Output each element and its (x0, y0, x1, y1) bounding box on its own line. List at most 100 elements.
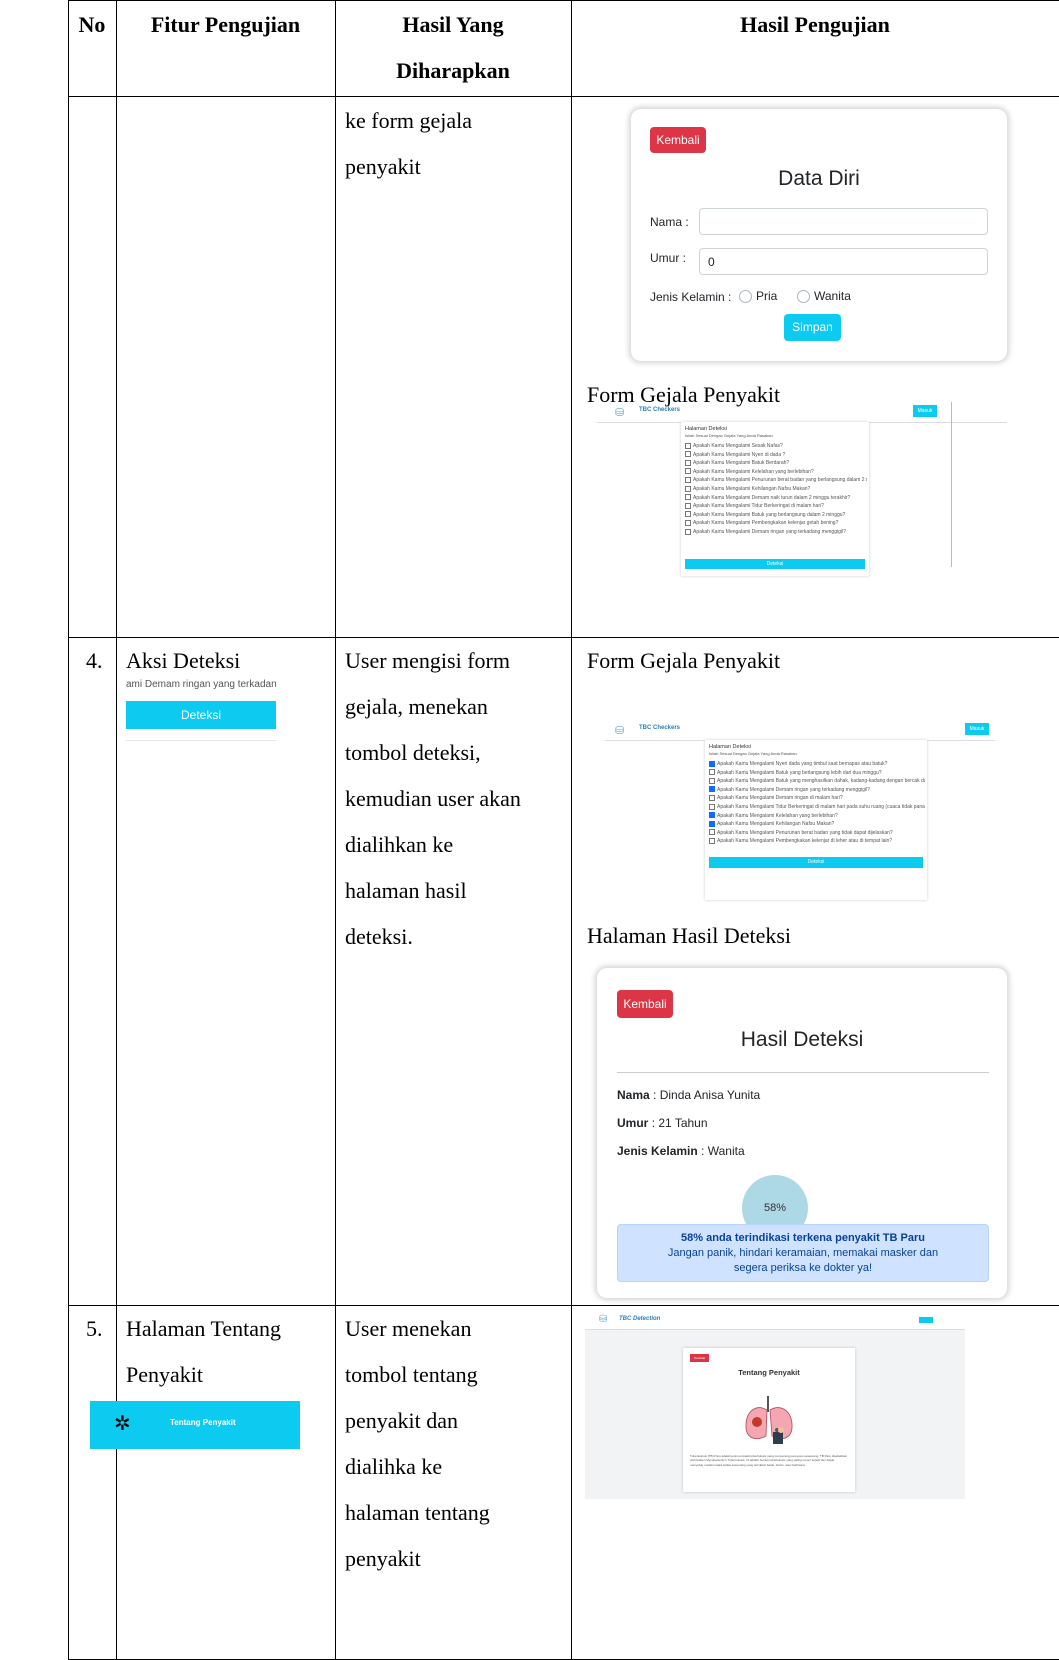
mini-checklist-item[interactable]: Apakah Kamu Mengalami Kehilangan Nafsu M… (709, 820, 925, 829)
mini-checklist-item[interactable]: Apakah Kamu Mengalami Nyeri di dada ? (685, 451, 867, 460)
crop-deteksi-button[interactable]: Deteksi (126, 701, 276, 729)
mini-checklist-item[interactable]: Apakah Kamu Mengalami Batuk yang menghas… (709, 777, 925, 786)
checkbox[interactable] (685, 451, 691, 458)
brand-name: TBC Checkers (639, 407, 681, 413)
masuk-button[interactable]: Masuk (965, 723, 989, 735)
umur-input[interactable]: 0 (699, 248, 988, 275)
radio-wanita[interactable]: Wanita (797, 289, 851, 304)
mini-checklist: Apakah Kamu Mengalami Sesak Nafas? Apakah… (685, 442, 867, 537)
row-number: 4. (86, 648, 103, 673)
checkbox[interactable] (685, 494, 691, 501)
scroll-edge (951, 402, 952, 567)
mini-checklist-item[interactable]: Apakah Kamu Mengalami Kehilangan Nafsu M… (685, 485, 867, 494)
umur-key: Umur (617, 1116, 649, 1130)
radio-circle[interactable] (739, 290, 752, 304)
checkbox[interactable] (709, 786, 715, 793)
checkbox[interactable] (709, 777, 715, 784)
result-alert: 58% anda terindikasi terkena penyakit TB… (617, 1224, 989, 1282)
checkbox[interactable] (685, 468, 691, 475)
radio-circle[interactable] (797, 290, 810, 304)
checkbox[interactable] (709, 795, 715, 802)
col-line (68, 0, 69, 1660)
checkbox-label: Apakah Kamu Mengalami Demam ringan di ma… (717, 795, 843, 802)
mini-deteksi-button[interactable]: Deteksi (709, 857, 923, 868)
kembali-button[interactable]: Kembali (617, 990, 673, 1018)
nav-button[interactable] (919, 1317, 933, 1323)
header-divider (68, 96, 1059, 97)
checkbox-label: Apakah Kamu Mengalami Tidur Berkeringat … (693, 503, 824, 510)
expected-text-line: User menekan (345, 1316, 472, 1341)
checkbox[interactable] (685, 485, 691, 492)
mini-checklist-item[interactable]: Apakah Kamu Mengalami Penurunan berat ba… (685, 476, 867, 485)
checkbox[interactable] (685, 520, 691, 527)
tentang-penyakit-crop-button[interactable]: ✲ Tentang Penyakit (90, 1401, 300, 1449)
checkbox[interactable] (685, 511, 691, 518)
col-line (571, 0, 572, 1660)
masuk-button[interactable]: Masuk (913, 405, 937, 417)
mini-checklist-item[interactable]: Apakah Kamu Mengalami Penurunan berat ba… (709, 829, 925, 838)
header-no: No (78, 12, 106, 37)
checkbox[interactable] (709, 803, 715, 810)
checkbox[interactable] (709, 760, 715, 767)
mini-checklist-item[interactable]: Apakah Kamu Mengalami Tidur Berkeringat … (685, 502, 867, 511)
mini-checklist-item[interactable]: Apakah Kamu Mengalami Demam naik turun d… (685, 494, 867, 503)
alert-line: segera periksa ke dokter ya! (733, 1262, 873, 1274)
mini-checklist-item[interactable]: Apakah Kamu Mengalami Sesak Nafas? (685, 442, 867, 451)
checkbox-label: Apakah Kamu Mengalami Penurunan berat ba… (693, 477, 867, 484)
checkbox-label: Apakah Kamu Mengalami Batuk yang berlang… (693, 511, 846, 518)
mini-navbar: ⛁ TBC Detection (585, 1312, 965, 1330)
umur-value: : 21 Tahun (651, 1116, 708, 1130)
hasil-title: Hasil Deteksi (740, 1028, 864, 1051)
checkbox-label: Apakah Kamu Mengalami Penurunan berat ba… (717, 829, 893, 836)
brand-name: TBC Checkers (639, 725, 681, 731)
expected-text-line: gejala, menekan (345, 694, 488, 719)
mini-checklist-item[interactable]: Apakah Kamu Mengalami Demam ringan yang … (685, 528, 867, 537)
checkbox[interactable] (709, 812, 715, 819)
checkbox-label: Apakah Kamu Mengalami Pembengkakan kelen… (717, 838, 893, 845)
mini-checklist-item[interactable]: Apakah Kamu Mengalami Pembengkakan kelen… (709, 837, 925, 846)
umur-label: Umur : (650, 251, 686, 265)
virus-icon: ✲ (114, 1413, 131, 1435)
checkbox[interactable] (685, 459, 691, 466)
feature-name-line: Halaman Tentang (126, 1316, 282, 1341)
checkbox[interactable] (709, 769, 715, 776)
jk-key: Jenis Kelamin (617, 1144, 698, 1158)
kembali-button[interactable]: Kembali (690, 1354, 709, 1362)
alert-line: Jangan panik, hindari keramaian, memakai… (667, 1247, 939, 1259)
mini-checklist-item[interactable]: Apakah Kamu Mengalami Batuk Berdarah? (685, 459, 867, 468)
checkbox[interactable] (709, 829, 715, 836)
mini-checklist-item[interactable]: Apakah Kamu Mengalami Batuk yang berlang… (685, 511, 867, 520)
radio-pria[interactable]: Pria (739, 289, 777, 304)
row-number: 5. (86, 1316, 103, 1341)
mini-deteksi-button[interactable]: Deteksi (685, 559, 865, 569)
form-gejala-screenshot: ⛁ TBC Checkers Masuk Halaman Deteksi Isi… (597, 402, 1007, 582)
mini-checklist-item[interactable]: Apakah Kamu Mengalami Batuk yang berlang… (709, 769, 925, 778)
mini-navbar: ⛁ TBC Checkers Masuk (605, 720, 995, 741)
mini-checklist-item[interactable]: Apakah Kamu Mengalami Demam ringan yang … (709, 786, 925, 795)
checkbox[interactable] (685, 528, 691, 535)
mini-checklist-item[interactable]: Apakah Kamu Mengalami Kelelahan yang ber… (709, 812, 925, 821)
expected-text-line: halaman tentang (345, 1500, 490, 1525)
feature-name-line: Penyakit (126, 1362, 203, 1387)
mini-sub: Isilah Sesuai Dengan Gejala Yang Anda Ra… (709, 751, 797, 756)
checkbox[interactable] (685, 477, 691, 484)
mini-checklist-item[interactable]: Apakah Kamu Mengalami Tidur Berkeringat … (709, 803, 925, 812)
logo-icon: ⛁ (615, 725, 625, 737)
checkbox[interactable] (709, 838, 715, 845)
mini-checklist-item[interactable]: Apakah Kamu Mengalami Nyeri dada yang ti… (709, 760, 925, 769)
checkbox[interactable] (685, 502, 691, 509)
kembali-button[interactable]: Kembali (650, 127, 706, 153)
expected-text-line: dialihkan ke (345, 832, 454, 857)
mini-checklist-item[interactable]: Apakah Kamu Mengalami Demam ringan di ma… (709, 794, 925, 803)
mini-checklist-item[interactable]: Apakah Kamu Mengalami Kelelahan yang ber… (685, 468, 867, 477)
checkbox[interactable] (685, 442, 691, 449)
nama-input[interactable] (699, 208, 988, 235)
checkbox-label: Apakah Kamu Mengalami Kelelahan yang ber… (717, 812, 838, 819)
simpan-button[interactable]: Simpan (784, 314, 841, 341)
expected-text-line: penyakit (345, 154, 421, 179)
about-title: Tentang Penyakit (738, 1368, 800, 1377)
mini-checklist-item[interactable]: Apakah Kamu Mengalami Pembengkakan kelen… (685, 519, 867, 528)
brand-name: TBC Detection (619, 1316, 661, 1322)
checkbox[interactable] (709, 820, 715, 827)
expected-text-line: tombol deteksi, (345, 740, 481, 765)
